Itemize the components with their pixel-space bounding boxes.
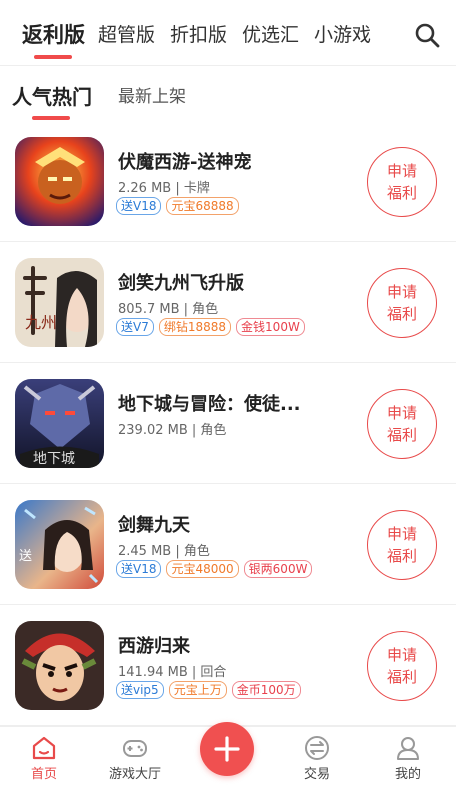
game-icon-image xyxy=(15,621,104,710)
game-meta: 2.45 MB | 角色 xyxy=(118,544,210,559)
active-tab-indicator xyxy=(34,55,72,59)
tab-selected[interactable]: 优选汇 xyxy=(242,20,299,47)
tag-badge: 元宝68888 xyxy=(166,197,239,215)
apply-benefit-label-line2: 福利 xyxy=(386,184,417,202)
tag-badge: 银两600W xyxy=(243,560,313,578)
tag-badge: 送V18 xyxy=(116,197,162,215)
game-meta: 239.02 MB | 角色 xyxy=(118,423,227,438)
tab-popular[interactable]: 人气热门 xyxy=(12,81,92,110)
apply-benefit-label-line1: 申请 xyxy=(386,162,417,180)
game-icon-image: 九州 xyxy=(15,258,104,347)
game-meta: 2.26 MB | 卡牌 xyxy=(118,181,210,196)
add-button[interactable] xyxy=(200,722,254,776)
apply-benefit-button[interactable]: 申请 福利 xyxy=(367,147,437,217)
game-tags: 送V18 元宝68888 xyxy=(116,197,239,215)
tag-badge: 元宝上万 xyxy=(168,681,227,699)
top-tab-bar: 返利版 超管版 折扣版 优选汇 小游戏 xyxy=(0,0,456,66)
nav-trade-label: 交易 xyxy=(303,767,330,782)
game-title: 西游归来 xyxy=(118,636,190,657)
game-list: 伏魔西游-送神宠 2.26 MB | 卡牌 送V18 元宝68888 申请 福利… xyxy=(0,121,456,726)
tag-badge: 送vip5 xyxy=(116,681,164,699)
nav-profile[interactable]: 我的 xyxy=(368,727,448,785)
apply-benefit-label-line1: 申请 xyxy=(386,404,417,422)
svg-text:地下城: 地下城 xyxy=(33,451,75,467)
tab-newest[interactable]: 最新上架 xyxy=(118,82,186,107)
tag-badge: 送V18 xyxy=(116,560,162,578)
apply-benefit-button[interactable]: 申请 福利 xyxy=(367,389,437,459)
search-icon[interactable] xyxy=(413,21,441,49)
tag-badge: 元宝48000 xyxy=(166,560,239,578)
sub-tab-bar: 人气热门 最新上架 xyxy=(0,66,456,126)
game-tags: 送V18 元宝48000 银两600W xyxy=(116,560,313,578)
svg-text:九州: 九州 xyxy=(25,313,57,332)
game-title: 地下城与冒险：使徒... xyxy=(118,394,301,415)
apply-benefit-button[interactable]: 申请 福利 xyxy=(367,631,437,701)
exchange-icon xyxy=(304,735,330,761)
game-tags: 送vip5 元宝上万 金币100万 xyxy=(116,681,301,699)
tab-discount[interactable]: 折扣版 xyxy=(170,20,227,47)
tab-mini-games[interactable]: 小游戏 xyxy=(314,20,371,47)
apply-benefit-label-line2: 福利 xyxy=(386,305,417,323)
game-icon-image xyxy=(15,137,104,226)
game-list-item[interactable]: 送 剑舞九天 2.45 MB | 角色 送V18 元宝48000 银两600W … xyxy=(0,484,456,605)
apply-benefit-label-line1: 申请 xyxy=(386,525,417,543)
game-meta: 805.7 MB | 角色 xyxy=(118,302,219,317)
svg-text:送: 送 xyxy=(19,549,32,564)
apply-benefit-button[interactable]: 申请 福利 xyxy=(367,268,437,338)
apply-benefit-label-line2: 福利 xyxy=(386,426,417,444)
game-list-item[interactable]: 九州 剑笑九州飞升版 805.7 MB | 角色 送V7 绑钻18888 金钱1… xyxy=(0,242,456,363)
game-title: 剑笑九州飞升版 xyxy=(118,273,244,294)
game-list-item[interactable]: 伏魔西游-送神宠 2.26 MB | 卡牌 送V18 元宝68888 申请 福利 xyxy=(0,121,456,242)
app-root: 返利版 超管版 折扣版 优选汇 小游戏 人气热门 最新上架 伏魔西游-送神宠 2… xyxy=(0,0,456,785)
apply-benefit-label-line1: 申请 xyxy=(386,283,417,301)
game-list-item[interactable]: 地下城 地下城与冒险：使徒... 239.02 MB | 角色 申请 福利 xyxy=(0,363,456,484)
tag-badge: 金币100万 xyxy=(231,681,301,699)
nav-game-hall-label: 游戏大厅 xyxy=(108,767,161,782)
apply-benefit-button[interactable]: 申请 福利 xyxy=(367,510,437,580)
apply-benefit-label-line2: 福利 xyxy=(386,668,417,686)
plus-icon xyxy=(214,736,240,762)
home-icon xyxy=(31,735,57,761)
apply-benefit-label-line1: 申请 xyxy=(386,646,417,664)
game-icon-image: 送 xyxy=(15,500,104,589)
game-meta: 141.94 MB | 回合 xyxy=(118,665,227,680)
nav-trade[interactable]: 交易 xyxy=(277,727,357,785)
game-tags: 送V7 绑钻18888 金钱100W xyxy=(116,318,305,336)
gamepad-icon xyxy=(122,735,148,761)
nav-home-label: 首页 xyxy=(30,767,57,782)
game-title: 剑舞九天 xyxy=(118,515,190,536)
nav-home[interactable]: 首页 xyxy=(4,727,84,785)
game-list-item[interactable]: 西游归来 141.94 MB | 回合 送vip5 元宝上万 金币100万 申请… xyxy=(0,605,456,726)
tag-badge: 绑钻18888 xyxy=(158,318,232,336)
tab-super-admin[interactable]: 超管版 xyxy=(98,20,155,47)
nav-profile-label: 我的 xyxy=(394,767,421,782)
active-subtab-indicator xyxy=(32,116,70,120)
game-title: 伏魔西游-送神宠 xyxy=(118,152,252,173)
game-icon-image: 地下城 xyxy=(15,379,104,468)
tab-rebate[interactable]: 返利版 xyxy=(22,19,85,49)
tag-badge: 金钱100W xyxy=(236,318,305,336)
user-icon xyxy=(395,735,421,761)
apply-benefit-label-line2: 福利 xyxy=(386,547,417,565)
nav-game-hall[interactable]: 游戏大厅 xyxy=(95,727,175,785)
tag-badge: 送V7 xyxy=(116,318,154,336)
